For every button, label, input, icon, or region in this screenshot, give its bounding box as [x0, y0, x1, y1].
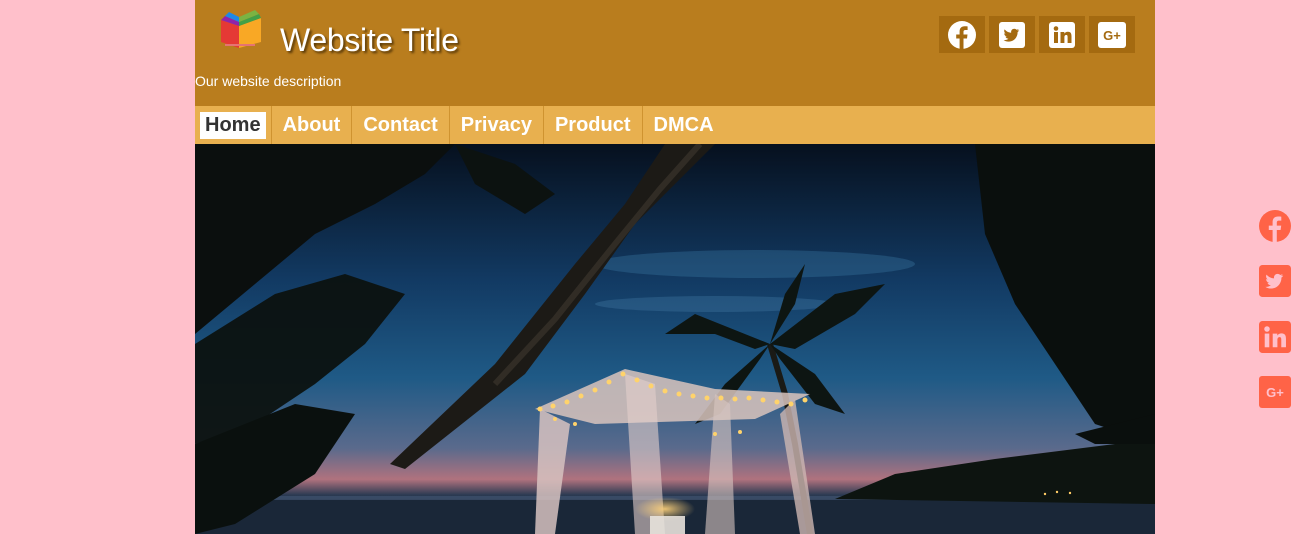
hero-image [195, 144, 1155, 534]
side-google-plus-label: G+ [1266, 385, 1284, 400]
nav-item-about[interactable]: About [272, 106, 353, 144]
nav-item-label: About [282, 113, 341, 136]
nav-item-home[interactable]: Home [195, 106, 272, 144]
facebook-icon [1259, 210, 1291, 242]
side-google-plus-button[interactable]: G+ [1259, 376, 1291, 408]
nav-item-product[interactable]: Product [544, 106, 643, 144]
facebook-button[interactable] [939, 16, 985, 53]
side-twitter-button[interactable] [1259, 265, 1291, 297]
page-container: Website Title Our website description G+… [195, 0, 1155, 534]
google-plus-icon: G+ [1098, 21, 1126, 48]
nav-item-label: Home [200, 111, 266, 139]
main-nav: Home About Contact Privacy Product DMCA [195, 106, 1155, 144]
side-linkedin-button[interactable] [1259, 321, 1291, 353]
book-logo-icon[interactable] [215, 6, 265, 52]
linkedin-button[interactable] [1039, 16, 1085, 53]
site-description: Our website description [195, 73, 342, 89]
nav-item-label: Privacy [460, 113, 532, 136]
nav-item-dmca[interactable]: DMCA [643, 106, 725, 144]
facebook-icon [948, 20, 976, 49]
nav-item-label: Product [554, 113, 631, 136]
nav-item-label: Contact [363, 113, 438, 136]
twitter-icon [999, 21, 1025, 48]
twitter-button[interactable] [989, 16, 1035, 53]
google-plus-button[interactable]: G+ [1089, 16, 1135, 53]
linkedin-icon [1259, 321, 1291, 353]
site-title[interactable]: Website Title [280, 22, 459, 59]
linkedin-icon [1049, 21, 1075, 48]
nav-item-contact[interactable]: Contact [352, 106, 450, 144]
header-social-links: G+ [939, 16, 1135, 53]
nav-item-privacy[interactable]: Privacy [450, 106, 544, 144]
google-plus-label: G+ [1103, 28, 1121, 43]
side-facebook-button[interactable] [1259, 210, 1291, 242]
twitter-icon [1259, 265, 1291, 297]
google-plus-icon: G+ [1259, 376, 1291, 408]
beach-canopy-night-photo [195, 144, 1155, 534]
site-header: Website Title Our website description G+ [195, 0, 1155, 106]
nav-item-label: DMCA [653, 113, 714, 136]
